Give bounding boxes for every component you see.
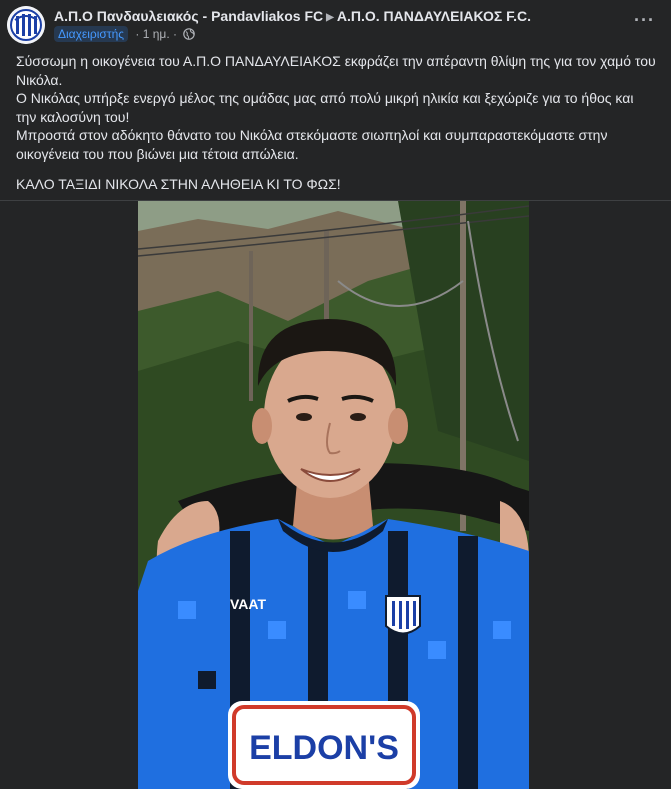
post-photo[interactable]: VAAT ELDON'S [138,201,529,789]
globe-icon[interactable] [183,28,196,43]
page-avatar[interactable] [7,6,45,44]
post-paragraph: Σύσσωμη η οικογένεια του Α.Π.Ο ΠΑΝΔΑΥΛΕΙ… [16,53,656,88]
jersey-sponsor: ELDON'S [249,729,399,767]
jersey-brand: VAAT [230,596,266,612]
post-title: Α.Π.Ο Πανδαυλειακός - Pandavliakos FC ▶ Α.… [54,8,531,24]
more-options-button[interactable]: ··· [634,10,655,31]
post-closing-line: ΚΑΛΟ ΤΑΞΙΔΙ ΝΙΚΟΛΑ ΣΤΗΝ ΑΛΗΘΕΙΑ ΚΙ ΤΟ ΦΩ… [16,176,341,192]
post-header: Α.Π.Ο Πανδαυλειακός - Pandavliakos FC ▶ Α.… [0,0,671,46]
meta-separator-2: · [173,27,177,41]
post-time[interactable]: 1 ημ. [143,27,170,41]
post-meta: Διαχειριστής · 1 ημ. · [54,26,196,43]
group-name-link[interactable]: Α.Π.Ο. ΠΑΝΔΑΥΛΕΙΑΚΟΣ F.C. [337,8,531,24]
post-paragraph: Μπροστά στον αδόκητο θάνατο του Νικόλα σ… [16,127,608,162]
triangle-right-icon: ▶ [326,12,334,23]
admin-badge[interactable]: Διαχειριστής [54,26,129,42]
post-text: Σύσσωμη η οικογένεια του Α.Π.Ο ΠΑΝΔΑΥΛΕΙ… [16,52,656,194]
meta-separator: · [135,27,140,41]
page-name-link[interactable]: Α.Π.Ο Πανδαυλειακός - Pandavliakos FC [54,8,323,24]
post-paragraph: Ο Νικόλας υπήρξε ενεργό μέλος της ομάδας… [16,90,634,125]
